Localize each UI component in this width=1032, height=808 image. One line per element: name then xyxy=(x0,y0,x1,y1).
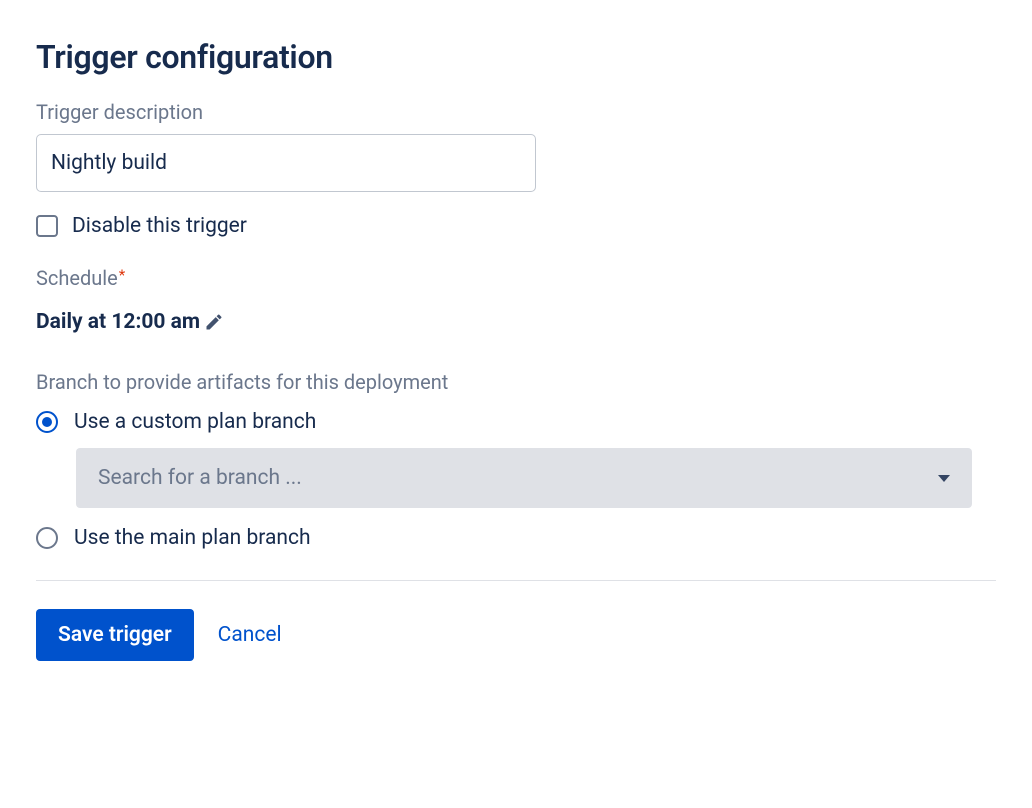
pencil-icon[interactable] xyxy=(204,312,224,332)
main-branch-radio[interactable] xyxy=(36,527,58,549)
branch-section-label: Branch to provide artifacts for this dep… xyxy=(36,370,996,394)
branch-select[interactable]: Search for a branch ... xyxy=(76,448,972,508)
main-branch-label: Use the main plan branch xyxy=(74,526,311,550)
save-trigger-button[interactable]: Save trigger xyxy=(36,609,194,661)
custom-branch-radio[interactable] xyxy=(36,411,58,433)
divider xyxy=(36,580,996,581)
disable-trigger-checkbox[interactable] xyxy=(36,215,58,237)
branch-select-placeholder: Search for a branch ... xyxy=(98,466,302,490)
custom-branch-radio-row[interactable]: Use a custom plan branch xyxy=(36,410,996,434)
schedule-value-row: Daily at 12:00 am xyxy=(36,310,996,334)
cancel-button[interactable]: Cancel xyxy=(218,623,282,647)
caret-down-icon xyxy=(938,475,950,482)
trigger-description-input[interactable] xyxy=(36,134,536,192)
page-title: Trigger configuration xyxy=(36,38,996,76)
main-branch-radio-row[interactable]: Use the main plan branch xyxy=(36,526,996,550)
custom-branch-label: Use a custom plan branch xyxy=(74,410,316,434)
required-indicator: * xyxy=(119,266,125,284)
action-buttons: Save trigger Cancel xyxy=(36,609,996,661)
disable-trigger-label: Disable this trigger xyxy=(72,214,247,238)
schedule-label: Schedule* xyxy=(36,266,996,290)
schedule-value: Daily at 12:00 am xyxy=(36,310,200,334)
trigger-description-label: Trigger description xyxy=(36,100,996,124)
disable-trigger-row[interactable]: Disable this trigger xyxy=(36,214,996,238)
